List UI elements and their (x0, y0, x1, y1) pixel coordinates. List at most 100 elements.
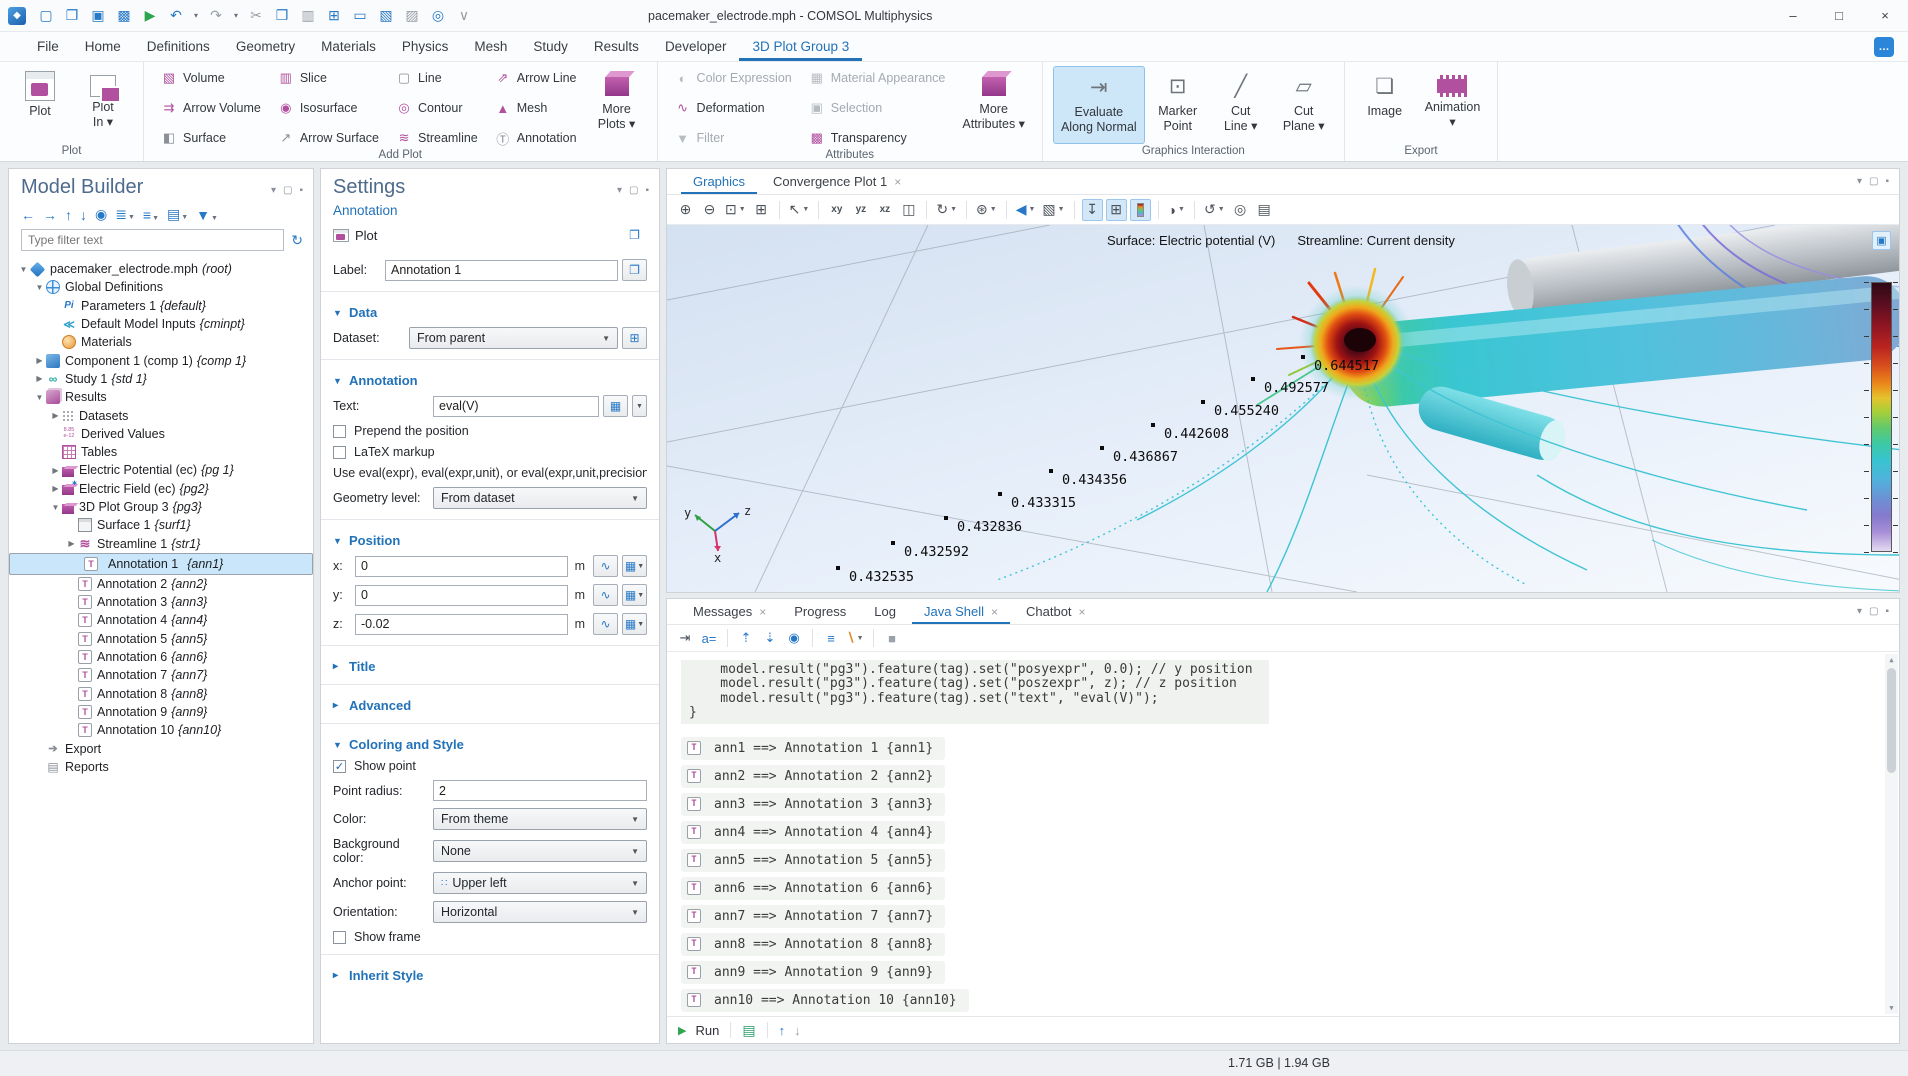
annotation-text-input[interactable] (433, 396, 599, 417)
expand-all-icon[interactable]: ≣▼ (115, 206, 135, 223)
tree-item-annotation-4[interactable]: TAnnotation 4{ann4} (9, 611, 313, 629)
expander-icon[interactable]: ▼ (17, 265, 30, 274)
tab-log[interactable]: Log (862, 599, 908, 624)
show-output-icon[interactable]: ◉ (784, 628, 804, 649)
deformation-button[interactable]: ∿Deformation (668, 98, 799, 118)
surface-button[interactable]: ◧Surface (154, 128, 268, 148)
float-panel-icon[interactable]: ▢ (1869, 176, 1878, 187)
view-xy-icon[interactable]: xy (826, 199, 847, 221)
arrow-volume-button[interactable]: ⇉Arrow Volume (154, 98, 268, 118)
open-icon[interactable]: ❐ (60, 4, 84, 28)
collapse-panel-icon[interactable]: ▾ (1857, 176, 1862, 187)
show-icon[interactable]: ◉ (95, 206, 107, 223)
update-icon[interactable]: ↺▼ (1202, 199, 1227, 221)
shell-scrollbar[interactable]: ▲ ▼ (1885, 654, 1898, 1014)
expander-icon[interactable]: ▶ (65, 539, 78, 548)
collapse-panel-icon[interactable]: ▾ (617, 185, 622, 196)
move-down-icon[interactable]: ↓ (80, 207, 87, 223)
perspective-icon[interactable]: ◫ (898, 199, 919, 221)
save-icon[interactable]: ▣ (86, 4, 110, 28)
tree-item-global-definitions[interactable]: ▼Global Definitions (9, 278, 313, 296)
chevron-right-icon[interactable]: ▸ (333, 970, 341, 981)
annotation-button[interactable]: ⓉAnnotation (488, 128, 584, 148)
expression-menu-button[interactable]: ▼ (632, 395, 647, 417)
collapse-panel-icon[interactable]: ▾ (1857, 606, 1862, 617)
label-input[interactable] (385, 260, 618, 281)
prepend-position-checkbox[interactable] (333, 425, 346, 438)
tree-item-electric-field-ec-[interactable]: ▶Electric Field (ec){pg2} (9, 480, 313, 498)
tree-item-datasets[interactable]: ▶Datasets (9, 406, 313, 424)
previous-command-icon[interactable]: ⇡ (736, 628, 756, 649)
run-icon[interactable]: ▶ (138, 4, 162, 28)
console-icon[interactable]: ▤ (742, 1022, 755, 1039)
app-icon[interactable]: ◆ (8, 7, 26, 25)
expander-icon[interactable]: ▶ (33, 374, 46, 383)
tab-convergence-plot-1[interactable]: Convergence Plot 1× (761, 169, 913, 194)
pin-panel-icon[interactable]: ▪ (645, 185, 649, 196)
back-icon[interactable]: ← (21, 207, 35, 223)
minimize-button[interactable]: – (1770, 0, 1816, 31)
tab-messages[interactable]: Messages× (681, 599, 778, 624)
environment-icon[interactable]: ▧▼ (1040, 199, 1066, 221)
create-dataset-button[interactable]: ⊞ (622, 327, 647, 349)
section-advanced[interactable]: Advanced (349, 698, 411, 713)
tree-item-export[interactable]: ➔Export (9, 739, 313, 757)
transparency-button[interactable]: ▩Transparency (802, 128, 953, 148)
scene-icon[interactable]: ⊛▼ (974, 199, 999, 221)
section-inherit-style[interactable]: Inherit Style (349, 968, 423, 983)
tab-progress[interactable]: Progress (782, 599, 858, 624)
expander-icon[interactable]: ▶ (33, 356, 46, 365)
expander-icon[interactable]: ▶ (49, 411, 62, 420)
tree-item-annotation-2[interactable]: TAnnotation 2{ann2} (9, 575, 313, 593)
tree-item-annotation-3[interactable]: TAnnotation 3{ann3} (9, 593, 313, 611)
animation-button[interactable]: Animation ▾ (1418, 66, 1488, 144)
plot-button[interactable]: Plot (355, 228, 377, 243)
expander-icon[interactable]: ▼ (49, 503, 62, 512)
select-mode-icon[interactable]: ◀▼ (1014, 199, 1038, 221)
marker-point-button[interactable]: ⊡Marker Point (1148, 66, 1208, 144)
scroll-up-icon[interactable]: ▲ (1885, 656, 1898, 664)
tab-file[interactable]: File (24, 32, 72, 61)
delete-icon[interactable]: ▭ (348, 4, 372, 28)
tree-filter-input[interactable] (21, 229, 284, 251)
refresh-icon[interactable]: ↻ (291, 232, 303, 249)
arrow-surface-button[interactable]: ↗Arrow Surface (271, 128, 386, 148)
scrollbar-thumb[interactable] (1887, 668, 1896, 773)
dataset-select[interactable]: From parent▼ (409, 327, 618, 349)
graphics-context-icon[interactable]: ▣ (1872, 231, 1891, 250)
close-icon[interactable]: × (894, 175, 901, 189)
latex-markup-checkbox[interactable] (333, 446, 346, 459)
point-radius-input[interactable] (433, 780, 647, 801)
float-panel-icon[interactable]: ▢ (629, 185, 638, 196)
scroll-down-icon[interactable]: ▼ (1885, 1004, 1898, 1012)
tree-item-component-1-comp-1-[interactable]: ▶Component 1 (comp 1){comp 1} (9, 351, 313, 369)
color-select[interactable]: From theme▼ (433, 808, 647, 830)
paste-icon[interactable]: ▥ (296, 4, 320, 28)
z-menu-button[interactable]: ▦▼ (622, 613, 647, 635)
line-button[interactable]: ▢Line (389, 68, 485, 88)
chat-assistant-icon[interactable]: … (1874, 37, 1894, 57)
tab-developer[interactable]: Developer (652, 32, 740, 61)
zoom-out-icon[interactable]: ⊖ (699, 199, 720, 221)
show-legend-icon[interactable] (1130, 199, 1151, 221)
show-assignments-icon[interactable]: a= (699, 628, 719, 649)
cut-plane-button[interactable]: ▱Cut Plane ▾ (1274, 66, 1334, 144)
filter-icon[interactable]: ▼▼ (196, 207, 218, 223)
tree-item-annotation-1[interactable]: TAnnotation 1{ann1} (9, 553, 313, 575)
view-yz-icon[interactable]: yz (850, 199, 871, 221)
x-menu-button[interactable]: ▦▼ (622, 555, 647, 577)
show-point-checkbox[interactable]: ✓ (333, 760, 346, 773)
anchor-point-select[interactable]: ∷Upper left▼ (433, 872, 647, 894)
tab-3d-plot-group-3[interactable]: 3D Plot Group 3 (739, 32, 862, 61)
tree-item-annotation-6[interactable]: TAnnotation 6{ann6} (9, 648, 313, 666)
background-color-select[interactable]: None▼ (433, 840, 647, 862)
collapse-panel-icon[interactable]: ▾ (271, 185, 276, 196)
y-menu-button[interactable]: ▦▼ (622, 584, 647, 606)
plot-button[interactable]: Plot (10, 66, 70, 144)
tab-definitions[interactable]: Definitions (134, 32, 223, 61)
tree-item-surface-1[interactable]: Surface 1{surf1} (9, 516, 313, 534)
tree-item-parameters-1[interactable]: PiParameters 1{default} (9, 297, 313, 315)
search-icon[interactable]: ◎ (426, 4, 450, 28)
tab-chatbot[interactable]: Chatbot× (1014, 599, 1098, 624)
close-icon[interactable]: × (991, 605, 998, 619)
